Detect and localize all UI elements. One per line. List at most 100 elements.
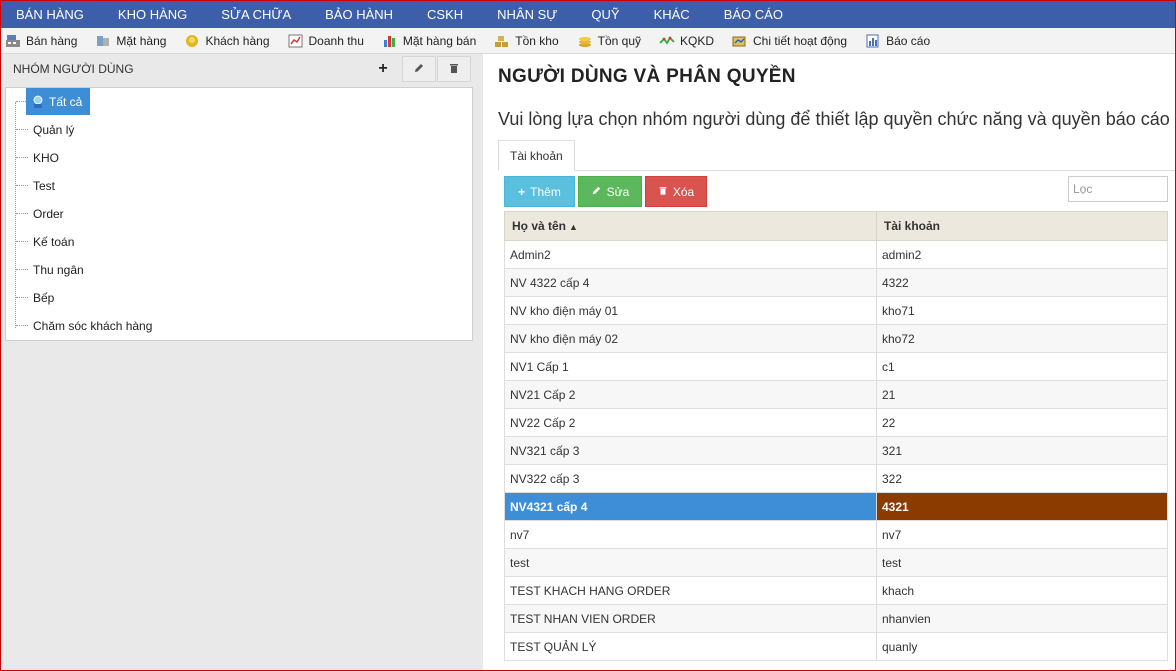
toolbar-label: Tồn kho [515,33,559,48]
add-user-button[interactable]: + Thêm [504,176,575,207]
tree-item-thu-ngan[interactable]: Thu ngân [33,256,84,284]
toolbar-label: Bán hàng [26,33,78,48]
table-row[interactable]: NV322 cấp 3 322 [504,464,1168,493]
cell-full-name: Admin2 [504,240,877,269]
table-row[interactable]: TEST QUẢN LÝ quanly [504,632,1168,661]
cell-full-name: NV4321 cấp 4 [504,492,877,521]
cell-full-name: NV21 Cấp 2 [504,380,877,409]
main-menu-bar: BÁN HÀNG KHO HÀNG SỬA CHỮA BẢO HÀNH CSKH… [0,0,1176,28]
page-title: NGƯỜI DÙNG VÀ PHÂN QUYỀN [498,66,796,87]
menu-khac[interactable]: KHÁC [654,7,690,22]
cell-full-name: NV 4322 cấp 4 [504,268,877,297]
table-row[interactable]: TEST KHACH HANG ORDER khach [504,576,1168,605]
cash-register-icon [5,34,21,48]
toolbar-mat-hang[interactable]: Mặt hàng [95,34,166,48]
menu-bao-cao[interactable]: BÁO CÁO [724,7,783,22]
cell-account: 22 [876,408,1168,437]
tree-item-cham-soc-khach-hang[interactable]: Chăm sóc khách hàng [33,312,152,340]
toolbar-khach-hang[interactable]: Khách hàng [184,34,270,48]
menu-kho-hang[interactable]: KHO HÀNG [118,7,187,22]
bar-chart-icon [382,34,398,48]
toolbar-doanh-thu[interactable]: Doanh thu [288,34,364,48]
table-row[interactable]: NV22 Cấp 2 22 [504,408,1168,437]
column-header-label: Họ và tên [512,219,567,233]
toolbar-mat-hang-ban[interactable]: Mặt hàng bán [382,34,476,48]
tree-connector [16,241,28,242]
coins-icon [577,34,593,48]
cell-full-name: TEST NHAN VIEN ORDER [504,604,877,633]
column-header-account[interactable]: Tài khoản [876,211,1168,241]
delete-user-button[interactable]: Xóa [645,176,707,207]
cell-account: c1 [876,352,1168,381]
user-group-title: NHÓM NGƯỜI DÙNG [13,62,134,76]
filter-input[interactable] [1068,176,1168,202]
column-header-full-name[interactable]: Họ và tên ▲ [504,211,877,241]
edit-user-button[interactable]: Sửa [578,176,642,207]
table-row[interactable]: NV kho điện máy 01 kho71 [504,296,1168,325]
cell-full-name: NV322 cấp 3 [504,464,877,493]
toolbar-chi-tiet-hoat-dong[interactable]: Chi tiết hoạt động [732,34,847,48]
toolbar-label: Báo cáo [886,33,931,48]
cell-full-name: NV1 Cấp 1 [504,352,877,381]
add-group-button[interactable]: + [366,56,400,82]
edit-button-label: Sửa [606,184,630,199]
toolbar-ton-quy[interactable]: Tồn quỹ [577,34,641,48]
trash-icon [658,185,668,199]
tree-item-all[interactable]: Tất cả [26,88,91,115]
globe-user-icon [31,95,45,109]
tree-item-ke-toan[interactable]: Kế toán [33,228,74,256]
tree-item-quan-ly[interactable]: Quản lý [33,116,74,144]
menu-ban-hang[interactable]: BÁN HÀNG [16,7,84,22]
toolbar-kqkd[interactable]: KQKD [659,34,714,48]
tree-item-order[interactable]: Order [33,200,64,228]
tree-connector [16,157,28,158]
tree-item-test[interactable]: Test [33,172,55,200]
cell-full-name: test [504,548,877,577]
table-row[interactable]: NV1 Cấp 1 c1 [504,352,1168,381]
cell-account: kho72 [876,324,1168,353]
toolbar-bao-cao[interactable]: Báo cáo [865,34,930,48]
table-row[interactable]: NV 4322 cấp 4 4322 [504,268,1168,297]
cell-full-name: NV kho điện máy 01 [504,296,877,325]
tree-item-bep[interactable]: Bếp [33,284,54,312]
tab-divider [498,170,1176,171]
table-row[interactable]: NV321 cấp 3 321 [504,436,1168,465]
menu-bao-hanh[interactable]: BẢO HÀNH [325,7,393,22]
tree-connector [15,102,16,328]
cell-full-name: NV22 Cấp 2 [504,408,877,437]
table-row[interactable]: NV21 Cấp 2 21 [504,380,1168,409]
cell-account: quanly [876,632,1168,661]
menu-nhan-su[interactable]: NHÂN SỰ [497,7,557,22]
cell-full-name: TEST QUẢN LÝ [504,632,877,661]
table-row[interactable]: Admin2 admin2 [504,240,1168,269]
cell-account: 322 [876,464,1168,493]
table-row[interactable]: test test [504,548,1168,577]
shortcut-toolbar: Bán hàng Mặt hàng Khách hàng Doanh thu M… [0,28,1176,54]
table-row[interactable]: NV4321 cấp 4 4321 [504,492,1168,521]
inventory-icon [494,34,510,48]
delete-group-button[interactable] [437,56,471,82]
tree-connector [16,269,28,270]
revenue-icon [288,34,304,48]
table-row[interactable]: TEST NHAN VIEN ORDER nhanvien [504,604,1168,633]
tab-tai-khoan[interactable]: Tài khoản [498,140,575,171]
trash-icon [448,62,460,77]
add-button-label: Thêm [530,184,561,199]
table-row[interactable]: nv7 nv7 [504,520,1168,549]
toolbar-ban-hang[interactable]: Bán hàng [5,34,77,48]
cell-full-name: NV kho điện máy 02 [504,324,877,353]
tree-connector [16,297,28,298]
cell-account: kho71 [876,296,1168,325]
cell-account: test [876,548,1168,577]
menu-sua-chua[interactable]: SỬA CHỮA [221,7,291,22]
cell-account: nhanvien [876,604,1168,633]
edit-group-button[interactable] [402,56,436,82]
tree-item-kho[interactable]: KHO [33,144,59,172]
toolbar-ton-kho[interactable]: Tồn kho [494,33,559,48]
table-header-row: Họ và tên ▲ Tài khoản [504,211,1168,241]
toolbar-label: Chi tiết hoạt động [753,33,848,48]
menu-quy[interactable]: QUỸ [591,7,619,22]
table-row[interactable]: NV kho điện máy 02 kho72 [504,324,1168,353]
menu-cskh[interactable]: CSKH [427,7,463,22]
customer-icon [184,34,200,48]
